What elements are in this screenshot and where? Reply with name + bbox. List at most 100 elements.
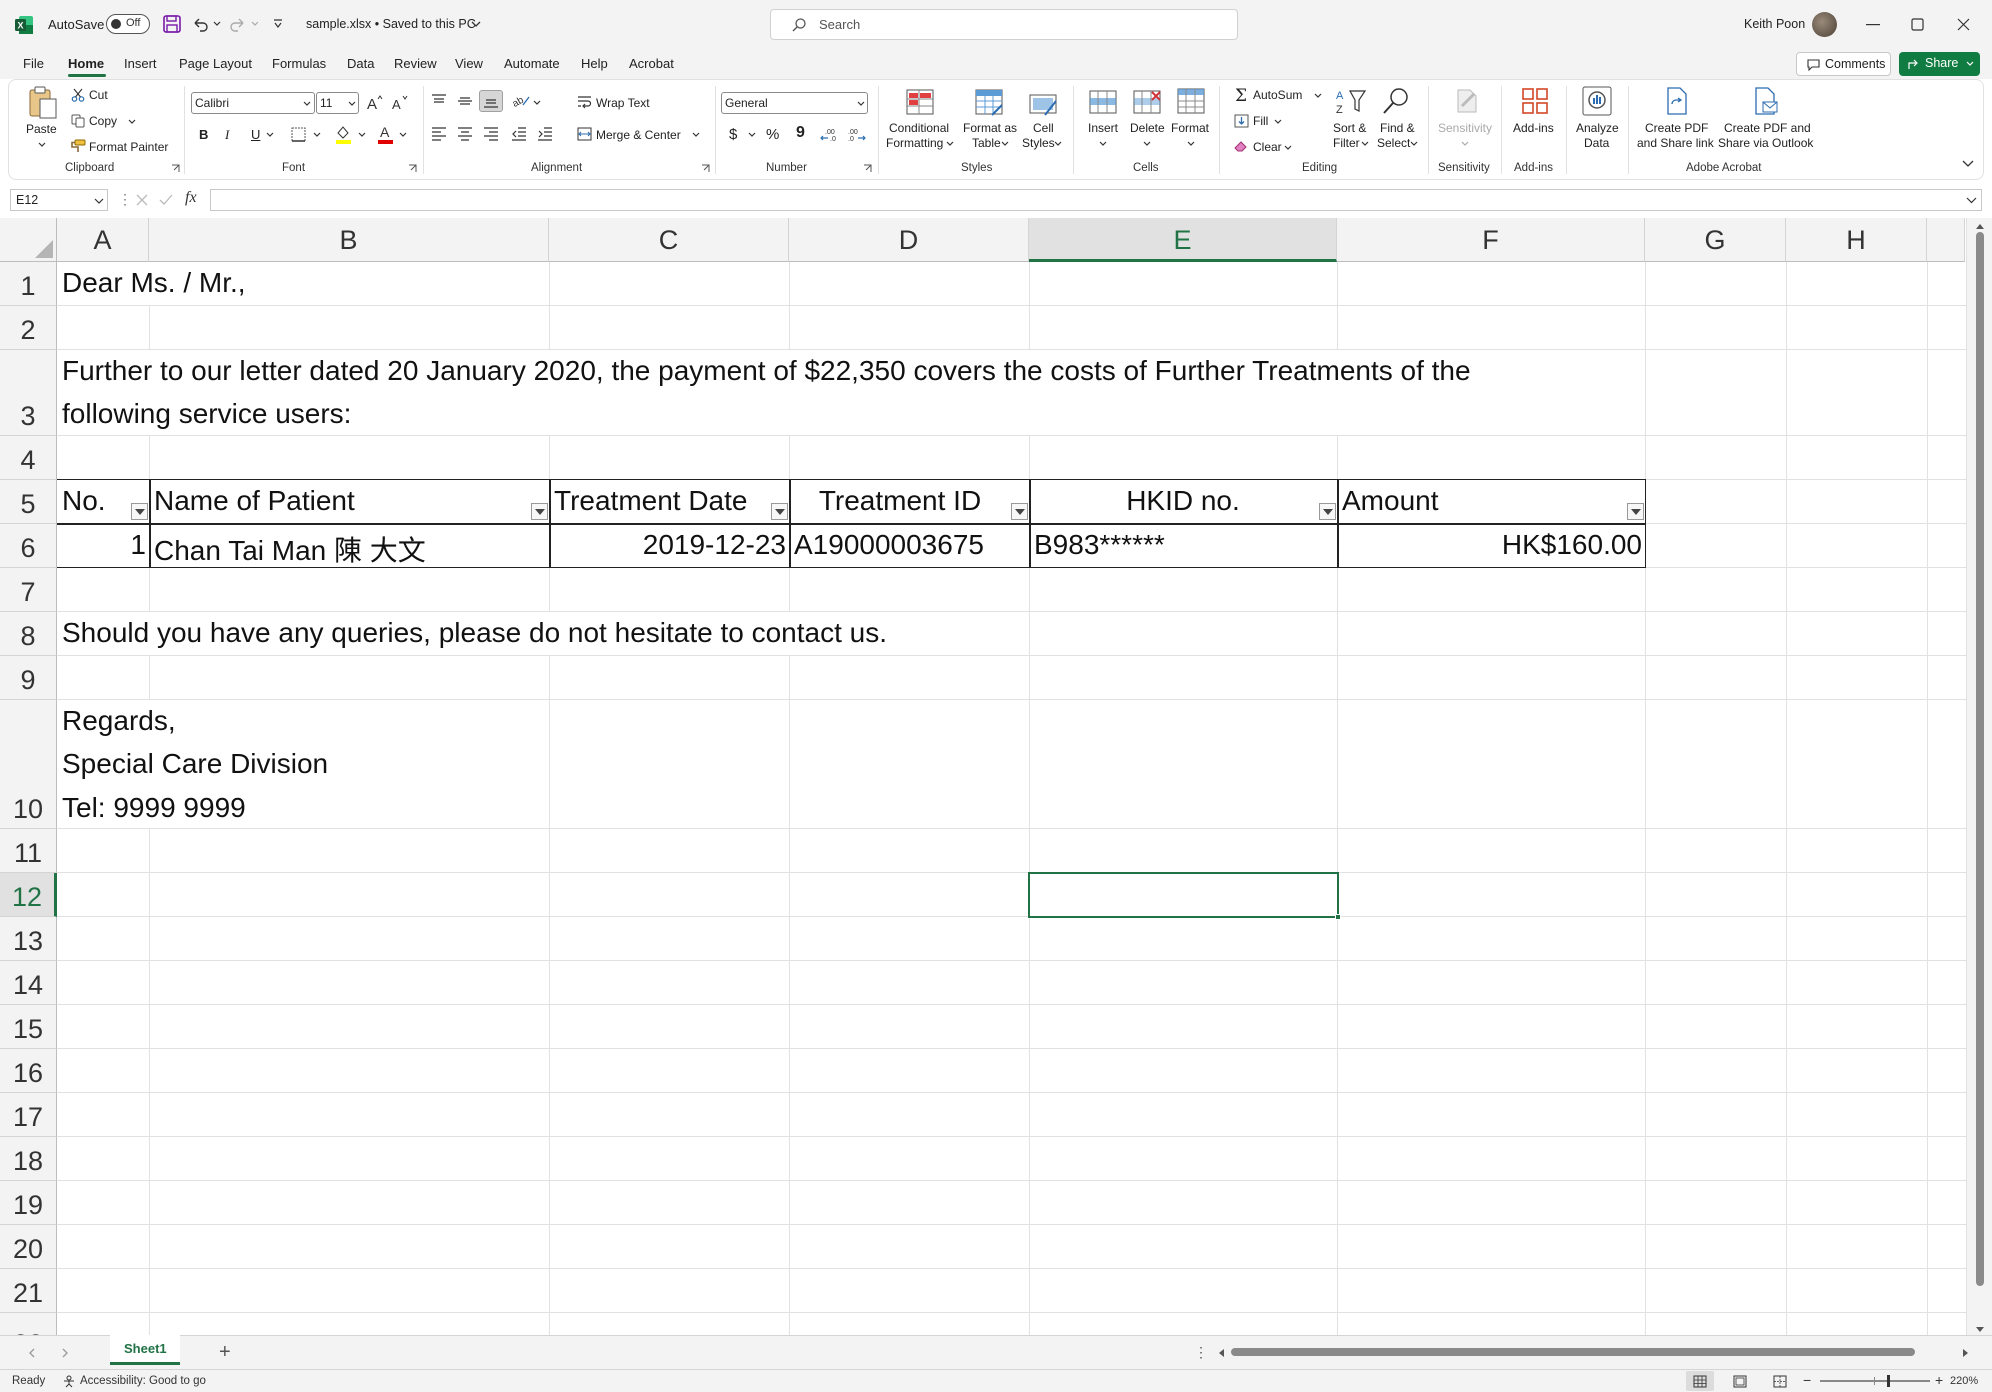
create-pdf-outlook-line2[interactable]: Share via Outlook [1718,136,1813,151]
row-header-6[interactable]: 6 [0,524,57,568]
cancel-entry-icon[interactable] [135,193,149,207]
cell-a10-line3[interactable]: Tel: 9999 9999 [62,792,246,824]
create-pdf-share-link-line1[interactable]: Create PDF [1645,121,1708,136]
font-color-dropdown-icon[interactable] [399,132,407,138]
cell-a1[interactable]: Dear Ms. / Mr., [62,267,246,299]
underline-button[interactable]: U [251,127,260,142]
clear-icon[interactable] [1233,139,1249,153]
number-launcher-icon[interactable] [863,164,872,173]
tab-splitter[interactable]: ⋮ [1194,1344,1208,1361]
menu-home[interactable]: Home [68,56,104,71]
menu-acrobat[interactable]: Acrobat [629,56,674,71]
menu-page-layout[interactable]: Page Layout [179,56,252,71]
expand-formula-bar-icon[interactable] [1966,197,1977,204]
create-pdf-outlook-icon[interactable] [1750,86,1780,116]
delete-cells-icon[interactable] [1132,88,1162,116]
increase-font-icon[interactable]: A [366,93,384,111]
table-cell-name[interactable]: Chan Tai Man 陳 大文 [154,529,426,569]
sensitivity-dropdown-icon[interactable] [1461,141,1469,147]
horizontal-scroll-thumb[interactable] [1231,1348,1915,1356]
analyze-data-line2[interactable]: Data [1584,136,1609,151]
wrap-text-button[interactable]: Wrap Text [596,96,650,110]
orientation-dropdown-icon[interactable] [533,100,541,106]
row-header-19[interactable]: 19 [0,1181,57,1225]
zoom-slider-thumb[interactable] [1887,1375,1890,1387]
normal-view-icon[interactable] [1693,1375,1707,1388]
find-select-line2[interactable]: Select [1377,136,1410,151]
align-right-icon[interactable] [483,127,499,141]
zoom-level[interactable]: 220% [1950,1375,1978,1387]
borders-icon[interactable] [291,127,306,142]
align-top-icon[interactable] [431,94,447,108]
format-as-table-line2[interactable]: Table [972,136,1001,151]
active-cell-e12[interactable] [1028,872,1339,918]
sort-filter-line1[interactable]: Sort & [1333,121,1366,136]
next-sheet-icon[interactable] [62,1348,69,1358]
cell-a10-line1[interactable]: Regards, [62,705,176,737]
file-title[interactable]: sample.xlsx • Saved to this PC [306,17,476,31]
row-header-21[interactable]: 21 [0,1269,57,1313]
paste-dropdown-icon[interactable] [38,142,46,148]
comments-button[interactable]: Comments [1796,52,1891,76]
table-cell-hkid[interactable]: B983****** [1034,529,1165,561]
column-header-e[interactable]: E [1029,218,1337,262]
horizontal-scrollbar[interactable] [1215,1344,1975,1360]
cut-icon[interactable] [71,88,85,102]
find-select-dropdown-icon[interactable] [1410,141,1418,147]
fill-color-icon[interactable] [335,124,352,144]
underline-dropdown-icon[interactable] [266,132,274,138]
filter-dropdown-treatment-id[interactable] [1011,503,1028,520]
conditional-formatting-icon[interactable] [905,87,935,117]
page-break-view-icon[interactable] [1773,1375,1787,1388]
create-pdf-share-link-icon[interactable] [1662,86,1692,116]
column-header-a[interactable]: A [57,218,149,262]
accessibility-icon[interactable] [62,1375,76,1388]
filter-dropdown-treatment-date[interactable] [771,503,788,520]
addins-button[interactable]: Add-ins [1513,121,1554,136]
cell-styles-dropdown-icon[interactable] [1054,141,1062,147]
search-box[interactable]: Search [770,9,1238,40]
vertical-scroll-thumb[interactable] [1976,232,1984,1286]
menu-insert[interactable]: Insert [124,56,157,71]
cell-styles-icon[interactable] [1028,87,1058,117]
find-select-line1[interactable]: Find & [1380,121,1415,136]
share-dropdown-icon[interactable] [1966,61,1974,67]
create-pdf-share-link-line2[interactable]: and Share link [1637,136,1714,151]
scroll-down-icon[interactable] [1975,1326,1985,1333]
menu-data[interactable]: Data [347,56,374,71]
increase-indent-icon[interactable] [537,127,553,141]
copy-icon[interactable] [71,114,85,128]
table-header-no[interactable]: No. [62,485,106,517]
align-center-icon[interactable] [457,127,473,141]
paste-button[interactable]: Paste [26,122,57,137]
conditional-formatting-dropdown-icon[interactable] [946,141,954,147]
clipboard-launcher-icon[interactable] [171,164,180,173]
font-launcher-icon[interactable] [408,164,417,173]
maximize-icon[interactable] [1911,18,1924,31]
row-header-18[interactable]: 18 [0,1137,57,1181]
redo-icon[interactable] [229,15,247,33]
sensitivity-button[interactable]: Sensitivity [1438,121,1492,136]
column-header-h[interactable]: H [1786,218,1927,262]
clear-button[interactable]: Clear [1253,140,1282,154]
sort-filter-icon[interactable]: AZ [1335,87,1367,117]
select-all-corner[interactable] [0,218,57,262]
format-cells-button[interactable]: Format [1171,121,1209,136]
row-header-11[interactable]: 11 [0,829,57,873]
page-layout-view-icon[interactable] [1733,1375,1747,1388]
scroll-up-icon[interactable] [1975,223,1985,230]
cell-a3-line1[interactable]: Further to our letter dated 20 January 2… [62,355,1471,387]
currency-dropdown-icon[interactable] [748,132,756,138]
decrease-font-icon[interactable]: A [391,93,409,111]
conditional-formatting-line1[interactable]: Conditional [889,121,949,136]
format-cells-dropdown-icon[interactable] [1187,141,1195,147]
orientation-icon[interactable]: ab [512,93,530,109]
currency-button[interactable]: $ [729,126,737,143]
column-header-f[interactable]: F [1337,218,1645,262]
cut-button[interactable]: Cut [89,88,108,102]
row-header-7[interactable]: 7 [0,568,57,612]
minimize-icon[interactable] [1866,24,1880,26]
accessibility-status[interactable]: Accessibility: Good to go [80,1375,206,1387]
row-header-4[interactable]: 4 [0,436,57,480]
row-header-14[interactable]: 14 [0,961,57,1005]
